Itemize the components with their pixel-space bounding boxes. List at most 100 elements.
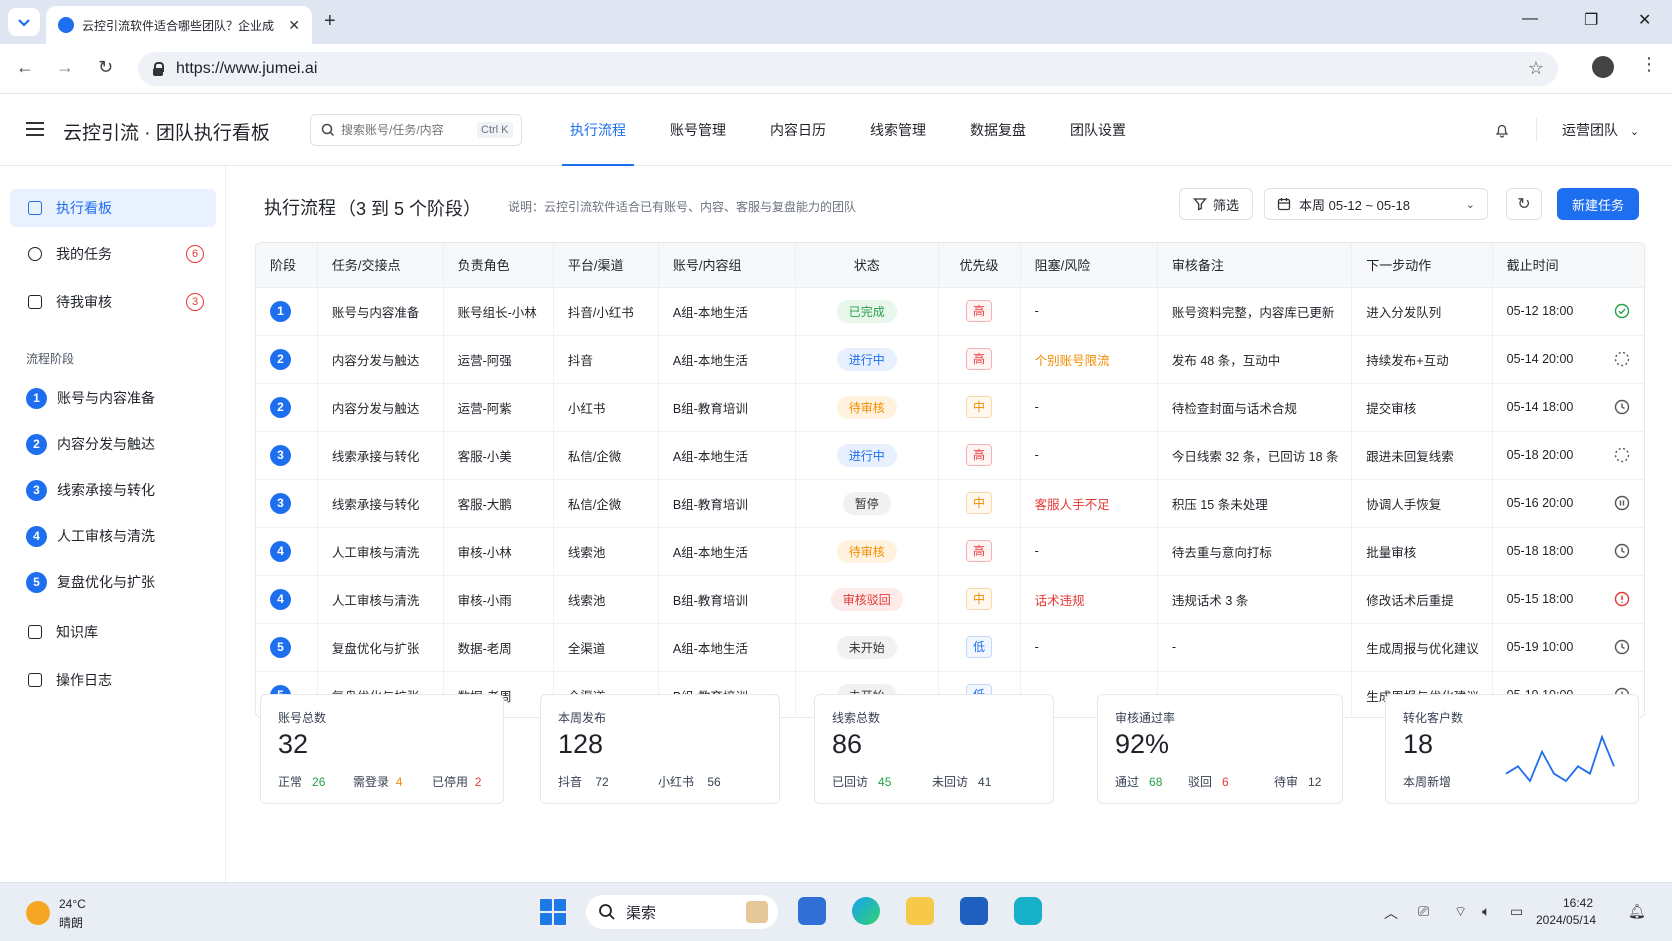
profile-avatar-icon[interactable] (1592, 56, 1614, 78)
photos-app-icon[interactable] (798, 897, 826, 925)
column-header[interactable]: 下一步动作 (1351, 243, 1493, 288)
table-row[interactable]: 5 复盘优化与扩张 数据-老周 全渠道 A组-本地生活 未开始低 - - 生成周报与优化建议 05… (256, 623, 1644, 672)
stat-sub-visited: 已回访 45 (832, 775, 892, 789)
table-row[interactable]: 4 人工审核与清洗 审核-小林 线索池 A组-本地生活 待审核 高 - 待去重与意向打标 批量审核… (256, 527, 1644, 576)
volume-icon[interactable]: 🔈︎ (1482, 903, 1490, 920)
stage-number: 2 (270, 348, 291, 370)
priority-badge: 低 (966, 636, 993, 658)
sidebar-item-board[interactable]: 执行看板 (10, 189, 216, 227)
back-icon[interactable]: ← (16, 57, 34, 78)
deadline-cell: 05-14 20:00 (1492, 335, 1644, 384)
column-header[interactable]: 账号/内容组 (658, 243, 797, 288)
minimize-icon[interactable]: — (1522, 10, 1538, 28)
sidebar-stage-2[interactable]: 2 内容分发与触达 (26, 433, 155, 455)
group-cell: A组-本地生活 (658, 623, 797, 672)
stat-sub-label: 本周新增 (1403, 775, 1452, 789)
stage-number: 1 (26, 387, 47, 409)
tray-app-icon[interactable]: ⎚ (1418, 903, 1429, 920)
edge-browser-icon[interactable] (852, 897, 880, 925)
column-header[interactable]: 状态 (795, 243, 939, 288)
nav-tab-leads[interactable]: 线索管理 (848, 94, 948, 166)
stage-number: 3 (270, 492, 291, 514)
bookmark-star-icon[interactable]: ☆ (1528, 58, 1544, 79)
group-cell: A组-本地生活 (658, 431, 797, 480)
note-cell: 积压 15 条未处理 (1157, 479, 1353, 528)
sidebar-stage-1[interactable]: 1 账号与内容准备 (26, 387, 155, 409)
store-app-icon[interactable] (960, 897, 988, 925)
sidebar-item-my-tasks[interactable]: 我的任务 6 (10, 235, 216, 273)
table-row[interactable]: 2 内容分发与触达 运营-阿强 抖音 A组-本地生活 进行中 高 个别账号限流 发布 48 条，… (256, 335, 1644, 384)
wifi-icon[interactable]: ⌔ (1454, 903, 1467, 921)
table-row[interactable]: 4 人工审核与清洗 审核-小雨 线索池 B组-教育培训 审核驳回 中 话术违规 违规话术 3 条… (256, 575, 1644, 624)
sidebar-stage-5[interactable]: 5 复盘优化与扩张 (26, 571, 155, 593)
sidebar-item-operation-log[interactable]: 操作日志 (10, 661, 216, 699)
nav-tab-content-calendar[interactable]: 内容日历 (748, 94, 848, 166)
browser-menu-icon[interactable]: ⋮ (1640, 54, 1658, 75)
nav-tab-accounts[interactable]: 账号管理 (648, 94, 748, 166)
tab-search-button[interactable] (8, 8, 40, 36)
window-close-icon[interactable]: ✕ (1638, 10, 1651, 30)
column-header[interactable]: 阶段 (256, 243, 318, 288)
status-badge: 待审核 (836, 539, 897, 563)
sidebar-stage-4[interactable]: 4 人工审核与清洗 (26, 525, 155, 547)
column-header[interactable]: 优先级 (938, 243, 1021, 288)
sidebar-item-my-reviews[interactable]: 待我审核 3 (10, 283, 216, 321)
nav-tab-data-review[interactable]: 数据复盘 (948, 94, 1048, 166)
team-selector[interactable]: 运营团队 ⌄ (1562, 120, 1639, 140)
tray-chevron-up-icon[interactable]: ︿ (1384, 903, 1398, 923)
stage-label: 复盘优化与扩张 (57, 574, 155, 590)
sidebar-item-label: 操作日志 (56, 672, 112, 688)
file-explorer-icon[interactable] (906, 897, 934, 925)
table-row[interactable]: 2 内容分发与触达 运营-阿紫 小红书 B组-教育培训 待审核 中 - 待检查封面与话术合规 提交… (256, 383, 1644, 432)
task-cell: 内容分发与触达 (317, 383, 444, 432)
stage-cell: 5 (256, 623, 318, 672)
task-cell: 人工审核与清洗 (317, 527, 444, 576)
column-header[interactable]: 平台/渠道 (553, 243, 659, 288)
table-row[interactable]: 1 账号与内容准备 账号组长-小林 抖音/小红书 A组-本地生活 已完成 高 - 账号资料完整，… (256, 287, 1644, 336)
start-button[interactable] (540, 899, 566, 925)
filter-button[interactable]: 筛选 (1179, 188, 1253, 220)
risk-cell: 个别账号限流 (1020, 335, 1158, 384)
board-icon (28, 201, 42, 215)
notification-icon[interactable]: 🔔︎ (1628, 903, 1646, 920)
browser-tab[interactable]: 云控引流软件适合哪些团队？企业成 ✕ (46, 6, 312, 44)
table-row[interactable]: 3 线索承接与转化 客服-小美 私信/企微 A组-本地生活 进行中 高 - 今日线索 32 条，… (256, 431, 1644, 480)
nav-tab-team-settings[interactable]: 团队设置 (1048, 94, 1148, 166)
reload-icon[interactable]: ↻ (98, 57, 113, 78)
url-field[interactable]: https://www.jumei.ai ☆ (138, 52, 1558, 86)
filter-label: 筛选 (1212, 197, 1239, 213)
column-header[interactable]: 截止时间 (1492, 243, 1644, 288)
table-row[interactable]: 3 线索承接与转化 客服-大鹏 私信/企微 B组-教育培训 暂停 中 客服人手不足 积压 15 … (256, 479, 1644, 528)
date-range-picker[interactable]: 本周 05-12 ~ 05-18 ⌄ (1264, 188, 1488, 220)
page-subtitle: （3 到 5 个阶段） (338, 199, 482, 219)
column-header[interactable]: 阻塞/风险 (1020, 243, 1158, 288)
restore-icon[interactable]: ❐ (1584, 10, 1598, 30)
risk-cell: - (1020, 287, 1158, 336)
deadline-text: 05-19 10:00 (1506, 640, 1574, 654)
stage-cell: 4 (256, 527, 318, 576)
taskbar-search[interactable]: 渠索 (586, 895, 778, 929)
column-header[interactable]: 任务/交接点 (317, 243, 444, 288)
hamburger-menu-icon[interactable] (26, 122, 44, 136)
status-badge: 未开始 (836, 635, 897, 659)
weather-sun-icon[interactable] (26, 901, 50, 925)
active-app-icon[interactable] (1014, 897, 1042, 925)
notification-bell-icon[interactable] (1494, 122, 1510, 138)
tab-close-icon[interactable]: ✕ (288, 17, 300, 34)
clock-date: 2024/05/14 (1536, 913, 1597, 927)
global-search[interactable]: Ctrl K (310, 114, 522, 146)
sidebar-item-label: 我的任务 (56, 246, 112, 262)
sidebar-stage-3[interactable]: 3 线索承接与转化 (26, 479, 155, 501)
refresh-button[interactable]: ↻ (1506, 188, 1542, 220)
nav-tab-workflow[interactable]: 执行流程 (548, 94, 648, 166)
new-tab-button[interactable]: + (324, 10, 336, 33)
platform-cell: 私信/企微 (553, 479, 659, 528)
chevron-down-icon: ⌄ (1629, 126, 1640, 138)
battery-icon[interactable]: ▭ (1510, 903, 1523, 920)
new-task-button[interactable]: 新建任务 (1557, 188, 1639, 220)
forward-icon[interactable]: → (56, 57, 74, 78)
column-header[interactable]: 审核备注 (1157, 243, 1353, 288)
sidebar-item-knowledge-base[interactable]: 知识库 (10, 613, 216, 651)
search-input[interactable] (341, 123, 471, 137)
column-header[interactable]: 负责角色 (443, 243, 554, 288)
